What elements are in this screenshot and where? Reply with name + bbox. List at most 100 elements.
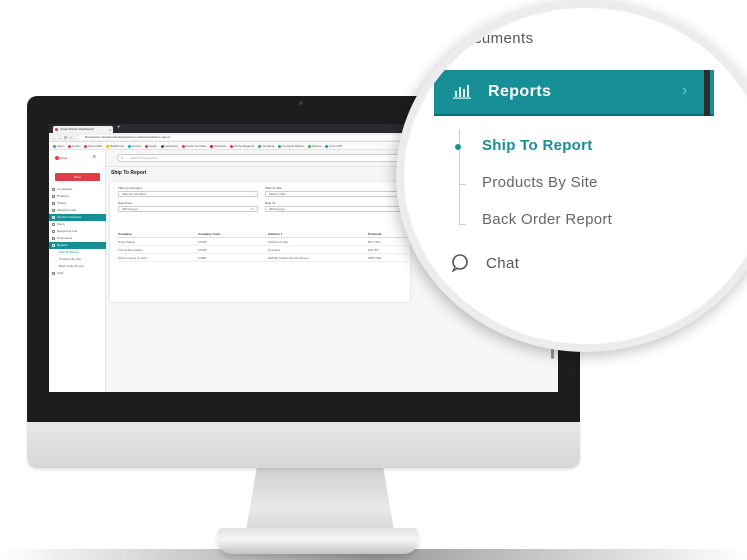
sidebar-item[interactable]: Products By Site xyxy=(49,256,106,263)
menu-icon[interactable]: ≡ xyxy=(93,154,96,160)
sidebar-item-label: Orders xyxy=(57,201,67,205)
table-cell: Prime County Council xyxy=(118,256,148,260)
bookmark-item[interactable]: Free GPT xyxy=(325,142,343,149)
sidebar-item[interactable]: Chat xyxy=(49,270,106,277)
sidebar-item[interactable]: Companies xyxy=(49,186,106,193)
monitor-stand xyxy=(245,466,395,536)
arrow-logo[interactable]: arrow xyxy=(55,155,89,161)
sidebar-item-label: Documents xyxy=(57,236,73,240)
bookmark-label: Gmail xyxy=(148,144,157,148)
date-to-input[interactable]: dd/mm/yyyy ▭ xyxy=(265,206,405,212)
date-from-label: Date From xyxy=(118,201,133,205)
sidebar-item-icon xyxy=(52,202,55,205)
sidebar-item-label: Back Order Report xyxy=(59,264,85,268)
table-row[interactable]: Prime County Council C0081 SENSE Gatehouse… xyxy=(118,255,408,262)
zoom-reports-label: Reports xyxy=(488,83,552,100)
bookmark-label: Sheets xyxy=(312,144,322,148)
sidebar-item[interactable]: Account Overview xyxy=(49,214,106,221)
column-header[interactable]: Company xyxy=(118,232,132,236)
bookmark-item[interactable]: Arrow xyxy=(67,142,80,149)
sidebar-item-label: Ship To Report xyxy=(59,250,79,254)
product-mockup: Arrow Portal | Dashboard × + ← → ⟳ ⌂ Not… xyxy=(0,0,747,560)
bookmark-item[interactable]: Gmail xyxy=(144,142,157,149)
browser-tab[interactable]: Arrow Portal | Dashboard × xyxy=(53,126,113,133)
monitor-chin xyxy=(27,420,580,468)
sidebar-item-label: Shopping Cart xyxy=(57,208,77,212)
table-row[interactable]: Formal Beverages C0016 Kosmara EH1 BS xyxy=(118,247,408,254)
bookmark-item[interactable]: Arrow Mail xyxy=(83,142,102,149)
sidebar-item[interactable]: Documents xyxy=(49,235,106,242)
sidebar-item[interactable]: Reports xyxy=(49,242,106,249)
table-row[interactable]: Direct Safety C0016 120 Arrow Way B12 3PH xyxy=(118,239,408,246)
zoom-documents-item[interactable]: Documents xyxy=(454,30,533,47)
bookmark-label: Facebook xyxy=(164,144,178,148)
bookmark-icon xyxy=(53,144,56,148)
sidebar-item[interactable]: Orders xyxy=(49,200,106,207)
sidebar-item-icon xyxy=(52,209,55,212)
date-from-input[interactable]: dd/mm/yyyy ▭ xyxy=(118,206,258,212)
new-tab-button[interactable]: + xyxy=(117,125,121,132)
zoom-back-order-report-link[interactable]: Back Order Report xyxy=(482,211,612,228)
bookmark-item[interactable]: Pinterest xyxy=(210,142,226,149)
home-icon[interactable]: ⌂ xyxy=(70,134,72,141)
bookmark-item[interactable]: Contacts xyxy=(258,142,275,149)
bookmark-item[interactable]: Canva xyxy=(128,142,141,149)
company-filter-label: Filter by Company xyxy=(118,186,143,190)
search-input[interactable]: ⌕ Search Arrow Portal... xyxy=(117,154,417,162)
column-header[interactable]: Postcode xyxy=(368,232,382,236)
sidebar-item[interactable]: Users xyxy=(49,221,106,228)
bookmark-item[interactable]: Arrow YouTube xyxy=(181,142,207,149)
zoom-ship-to-report-link[interactable]: Ship To Report xyxy=(482,137,593,154)
table-cell: C0016 xyxy=(198,240,207,244)
sidebar-item-icon xyxy=(52,216,55,219)
site-filter-label: Filter by Site xyxy=(265,186,282,190)
table-cell: C0081 xyxy=(198,256,207,260)
bookmark-icon xyxy=(278,144,282,148)
bookmark-label: Arrow YouTube xyxy=(185,144,207,148)
site-filter-value: Filter by Site xyxy=(269,192,286,196)
table-cell: EH1 BS xyxy=(368,248,379,252)
sidebar-item[interactable]: Back Order Report xyxy=(49,263,106,270)
column-header[interactable]: Company Code xyxy=(198,232,220,236)
tree-tick xyxy=(459,224,466,225)
bookmark-item[interactable]: Sheets xyxy=(308,142,322,149)
company-filter-select[interactable]: Filter by Company ⌄ xyxy=(118,191,258,197)
site-filter-select[interactable]: Filter by Site ⌄ xyxy=(265,191,405,197)
sidebar-item[interactable]: Products xyxy=(49,193,106,200)
search-icon: ⌕ xyxy=(121,155,124,160)
bookmark-icon xyxy=(128,144,132,148)
bookmark-item[interactable]: Arrow Magento xyxy=(229,142,254,149)
calendar-icon[interactable]: ▭ xyxy=(251,207,254,212)
zoom-reports-item[interactable]: Reports › xyxy=(434,70,714,116)
bookmark-label: Pinterest xyxy=(214,144,226,148)
report-card: Filter by Company Filter by Company ⌄ Fi… xyxy=(110,182,410,302)
date-to-value: dd/mm/yyyy xyxy=(269,207,286,211)
bookmark-label: Arrow Mail xyxy=(87,144,102,148)
zoom-chat-item[interactable]: Chat xyxy=(486,255,519,272)
sidebar-item-label: Products By Site xyxy=(59,257,82,261)
bookmark-item[interactable]: MailChimp xyxy=(105,142,124,149)
table-cell: B12 3PH xyxy=(368,240,381,244)
bookmark-label: Contacts xyxy=(262,144,275,148)
zoom-products-by-site-link[interactable]: Products By Site xyxy=(482,174,598,191)
sidebar-item-icon xyxy=(52,244,55,247)
bookmark-item[interactable]: Facebook xyxy=(160,142,178,149)
close-tab-icon[interactable]: × xyxy=(109,126,111,133)
sidebar-item-label: Users xyxy=(57,222,65,226)
back-icon[interactable]: ← xyxy=(52,134,56,141)
bookmark-icon xyxy=(258,144,262,148)
table-cell: WF8 3NE xyxy=(368,256,382,260)
bookmark-item[interactable]: Apps xyxy=(53,142,64,149)
sidebar-item[interactable]: Ship To Report xyxy=(49,249,106,256)
reload-icon[interactable]: ⟳ xyxy=(64,134,67,141)
sidebar-item[interactable]: Shopping Cart xyxy=(49,207,106,214)
table-header: Company Company Code Address 1 Postcode xyxy=(118,231,408,238)
forward-icon[interactable]: → xyxy=(58,134,62,141)
table-cell: Formal Beverages xyxy=(118,248,143,252)
column-header[interactable]: Address 1 xyxy=(268,232,283,236)
sidebar-item[interactable]: Equipment List xyxy=(49,228,106,235)
bookmark-item[interactable]: Contacts Master xyxy=(278,142,304,149)
sidebar-item-label: Reports xyxy=(57,243,68,247)
table-cell: Kosmara xyxy=(268,248,281,252)
shop-button[interactable]: Shop xyxy=(55,173,100,181)
